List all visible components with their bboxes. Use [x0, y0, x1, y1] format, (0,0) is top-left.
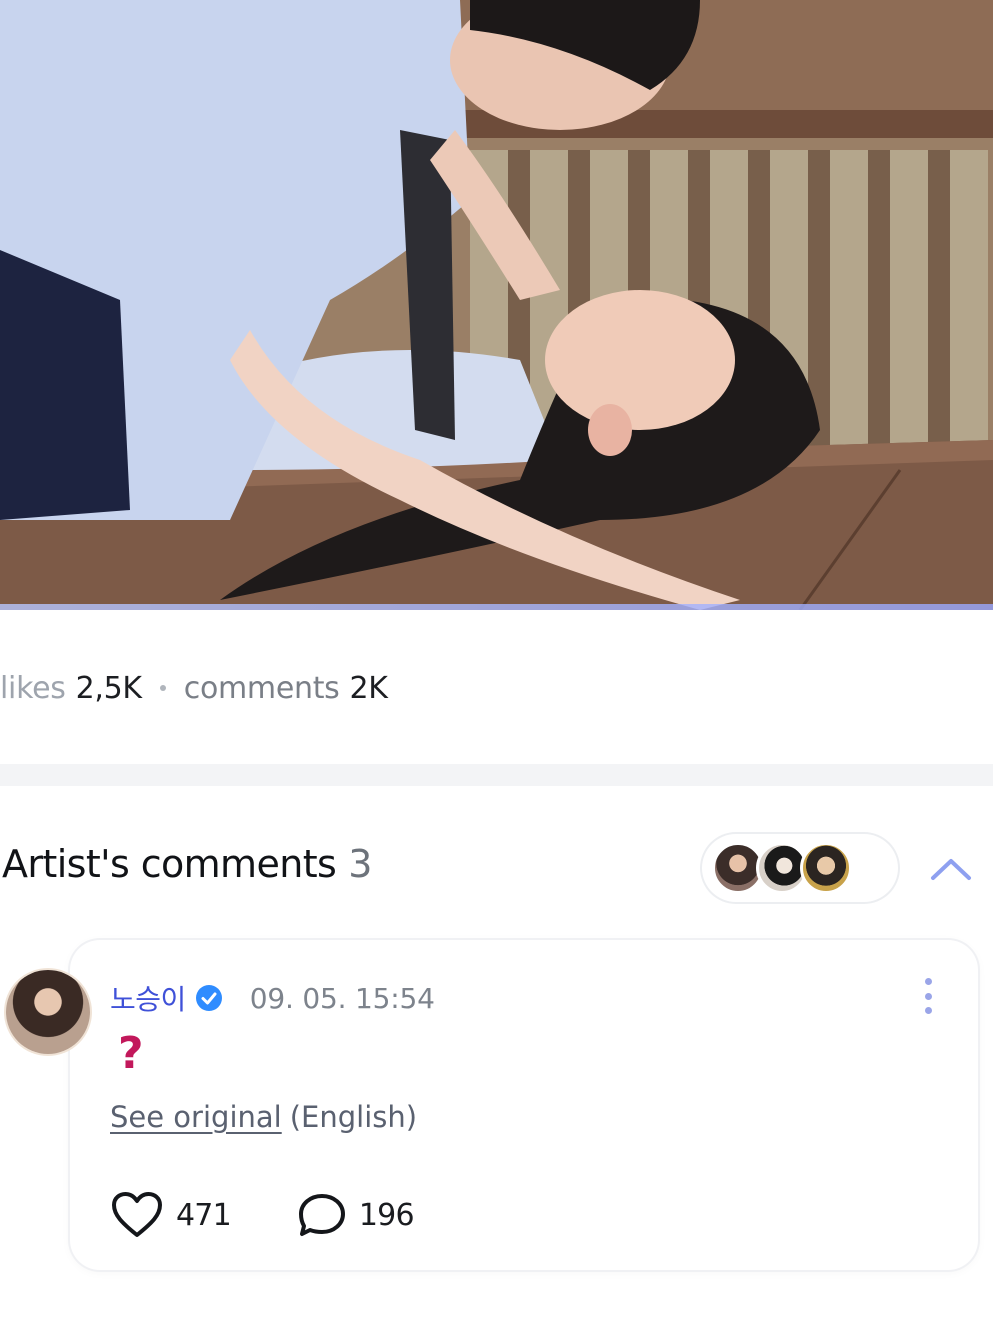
like-count: 471 — [176, 1197, 232, 1233]
verified-badge-icon — [194, 983, 224, 1013]
comment-author[interactable]: 노승이 — [110, 978, 186, 1018]
post-photo-illustration — [0, 0, 993, 610]
comment-text: ? — [118, 1028, 144, 1079]
likes-count[interactable]: 2,5K — [76, 671, 142, 706]
comment-timestamp: 09. 05. 15:54 — [249, 981, 435, 1015]
comment-actions: 471 196 — [110, 1190, 415, 1240]
more-vertical-icon[interactable] — [914, 974, 942, 1018]
comments-label: comments — [183, 670, 340, 706]
reply-button[interactable]: 196 — [297, 1192, 415, 1238]
comment-bubble-icon — [298, 1194, 345, 1236]
post-stats: likes 2,5K comments 2K — [0, 660, 388, 716]
avatar — [800, 842, 852, 894]
photo-bottom-edge — [0, 604, 993, 610]
like-button[interactable]: 471 — [110, 1191, 232, 1239]
likes-label: likes — [0, 670, 66, 706]
comments-count[interactable]: 2K — [350, 671, 388, 706]
artist-comments-title-text: Artist's comments — [2, 842, 337, 886]
artist-comments-title: Artist's comments 3 — [2, 842, 372, 886]
section-divider — [0, 764, 993, 786]
artist-comments-count: 3 — [348, 842, 372, 886]
post-photo[interactable] — [0, 0, 993, 610]
translation-language: (English) — [289, 1100, 418, 1134]
artist-avatar-stack[interactable] — [702, 834, 898, 902]
artist-comments-header[interactable]: Artist's comments 3 — [0, 834, 993, 902]
comment-meta: 노승이 09. 05. 15:54 — [110, 978, 435, 1018]
heart-icon — [112, 1192, 162, 1237]
translation-line: See original (English) — [110, 1100, 417, 1134]
chevron-up-icon — [931, 859, 971, 880]
see-original-link[interactable]: See original — [110, 1100, 282, 1134]
separator-dot — [159, 685, 166, 691]
avatar[interactable] — [6, 970, 90, 1054]
collapse-button[interactable] — [924, 842, 978, 896]
reply-count: 196 — [358, 1197, 415, 1233]
